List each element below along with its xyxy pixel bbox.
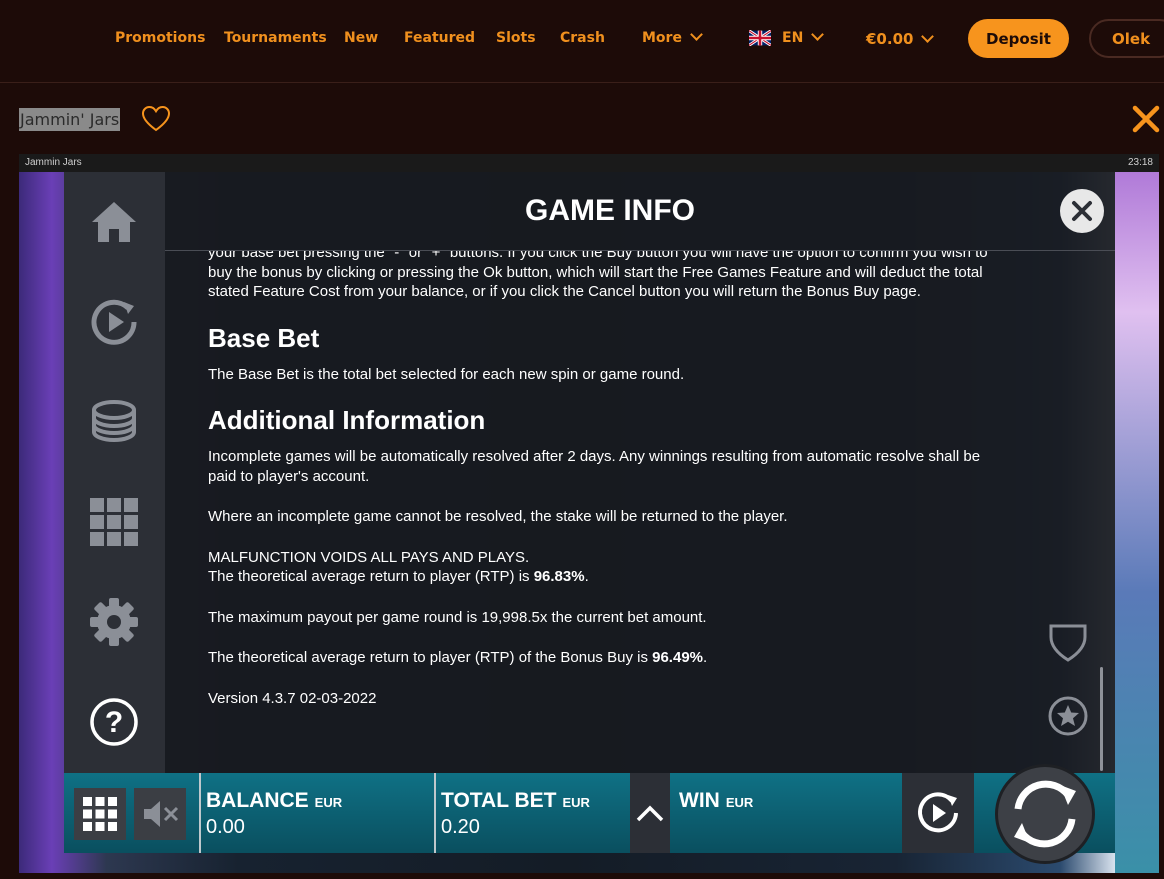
nav-link-slots[interactable]: Slots (496, 30, 536, 46)
chevron-down-icon (811, 28, 825, 41)
svg-text:?: ? (105, 706, 123, 739)
user-menu-button[interactable]: Olek (1089, 19, 1164, 58)
star-icon[interactable] (1048, 696, 1088, 736)
more-menu[interactable]: More (642, 28, 703, 46)
balance-title: BALANCE (206, 789, 309, 812)
deposit-button[interactable]: Deposit (968, 19, 1069, 58)
autoplay-icon (918, 792, 958, 833)
balance-dropdown[interactable]: €0.00 (866, 30, 935, 48)
rtp-prefix: The theoretical average return to player… (208, 568, 534, 585)
rtp-suffix: . (584, 568, 589, 585)
nav-link-promotions[interactable]: Promotions (115, 30, 205, 46)
info-scroll-content: your base bet pressing the "-" or "+" bu… (208, 251, 1008, 729)
total-bet-title: TOTAL BET (441, 789, 557, 812)
mute-icon (144, 801, 179, 827)
bonus-rtp-suffix: . (703, 649, 708, 666)
scrollbar[interactable] (1100, 667, 1103, 771)
game-background-edge (1115, 172, 1159, 873)
language-label: EN (782, 30, 804, 46)
balance-currency: EUR (314, 795, 343, 810)
coins-icon[interactable] (88, 396, 140, 448)
close-icon (1072, 201, 1092, 221)
game-frame-bar: Jammin Jars 23:18 (19, 154, 1159, 172)
game-info-panel: GAME INFO your base bet pressing the "-"… (165, 172, 1115, 773)
frame-clock: 23:18 (1127, 157, 1153, 168)
total-bet-label: TOTAL BET EUR (441, 789, 590, 813)
bet-up-button[interactable] (630, 773, 670, 853)
nav-link-tournaments[interactable]: Tournaments (224, 30, 327, 46)
home-icon[interactable] (88, 196, 140, 248)
grid-icon (83, 797, 117, 831)
bonus-buy-paragraph: your base bet pressing the "-" or "+" bu… (208, 251, 988, 300)
more-label: More (642, 30, 682, 46)
game-frame: Jammin Jars 23:18 ? GAME INFO your base … (19, 154, 1159, 873)
panel-title: GAME INFO (525, 194, 695, 227)
gear-icon[interactable] (88, 596, 140, 648)
menu-grid-button[interactable] (74, 788, 126, 840)
win-currency: EUR (725, 795, 754, 810)
sound-toggle-button[interactable] (134, 788, 186, 840)
chevron-up-icon (636, 805, 664, 822)
nav-link-new[interactable]: New (344, 30, 378, 46)
balance-label: BALANCE EUR (206, 789, 342, 813)
game-title: Jammin' Jars (19, 108, 121, 131)
rtp-value: 96.83% (533, 568, 585, 585)
unresolved-paragraph: Where an incomplete game cannot be resol… (208, 508, 788, 525)
autoplay-button[interactable] (902, 773, 974, 853)
bar-divider (434, 773, 436, 853)
balance-amount: €0.00 (866, 30, 914, 48)
replay-icon[interactable] (88, 296, 140, 348)
bonus-rtp-prefix: The theoretical average return to player… (208, 649, 653, 666)
chevron-down-icon (690, 28, 703, 41)
uk-flag-icon[interactable] (749, 30, 771, 46)
spin-button[interactable] (995, 764, 1095, 864)
game-sidebar: ? (64, 172, 165, 773)
grid-icon[interactable] (88, 496, 140, 548)
heart-icon[interactable] (141, 104, 171, 134)
panel-close-button[interactable] (1060, 189, 1104, 233)
app-root: Promotions Tournaments New Featured Slot… (0, 0, 1164, 879)
nav-link-crash[interactable]: Crash (560, 30, 605, 46)
frame-title: Jammin Jars (25, 157, 82, 168)
version-paragraph: Version 4.3.7 02-03-2022 (208, 689, 377, 707)
info-content[interactable]: your base bet pressing the "-" or "+" bu… (208, 251, 1008, 773)
malfunction-text: MALFUNCTION VOIDS ALL PAYS AND PLAYS. (208, 548, 530, 566)
win-label: WIN EUR (679, 789, 753, 813)
bonus-rtp-value: 96.49% (652, 649, 703, 666)
chevron-down-icon (921, 30, 935, 43)
nav-link-featured[interactable]: Featured (404, 30, 475, 46)
top-navigation: Promotions Tournaments New Featured Slot… (0, 0, 1164, 83)
help-icon[interactable]: ? (88, 696, 140, 748)
rtp-paragraph: MALFUNCTION VOIDS ALL PAYS AND PLAYS. Th… (208, 548, 1008, 587)
max-payout-paragraph: The maximum payout per game round is 19,… (208, 608, 707, 626)
close-icon[interactable] (1130, 103, 1162, 135)
balance-value: 0.00 (206, 816, 245, 838)
language-selector[interactable]: EN (782, 28, 825, 46)
game-control-bar: BALANCE EUR 0.00 TOTAL BET EUR 0.20 WIN EUR (64, 764, 1115, 864)
base-bet-paragraph: The Base Bet is the total bet selected f… (208, 365, 685, 383)
shield-icon (1049, 624, 1087, 662)
bonus-rtp-paragraph: The theoretical average return to player… (208, 648, 1008, 668)
additional-info-heading: Additional Information (208, 405, 486, 435)
spin-icon (1014, 780, 1076, 848)
win-title: WIN (679, 789, 720, 812)
total-bet-currency: EUR (562, 795, 590, 810)
base-bet-heading: Base Bet (208, 322, 320, 353)
incomplete-games-paragraph: Incomplete games will be automatically r… (208, 448, 981, 485)
bar-divider (199, 773, 201, 853)
total-bet-value: 0.20 (441, 816, 480, 838)
